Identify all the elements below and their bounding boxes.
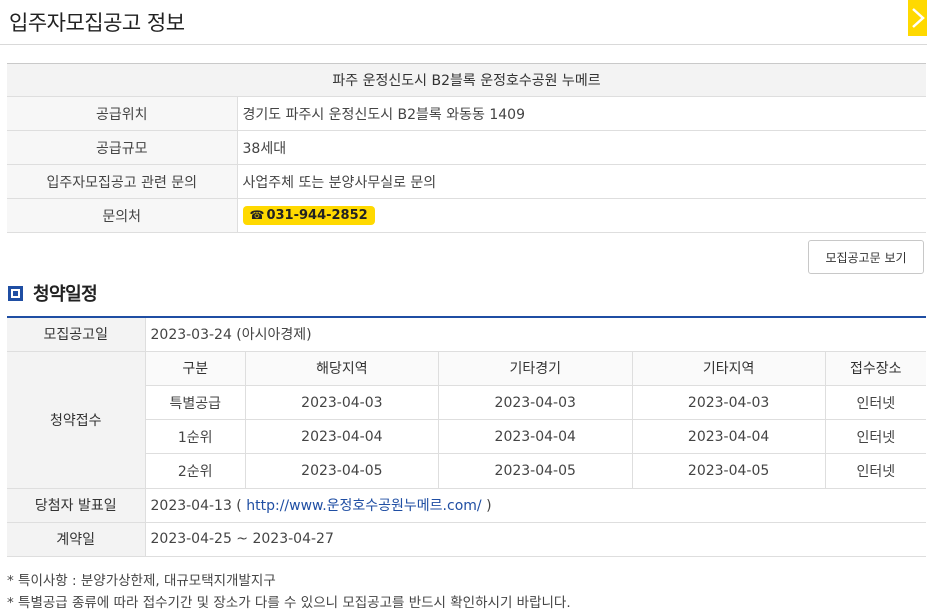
info-label: 문의처 — [7, 198, 238, 233]
schedule-row-winner: 당첨자 발표일 2023-04-13 ( http://www.운정호수공원누메… — [7, 488, 926, 523]
table-cell: 인터넷 — [856, 463, 896, 480]
schedule-row-apply: 청약접수 구분 해당지역 기타경기 기타지역 접수장소 특별공급 2023-04… — [7, 351, 927, 489]
table-row: 2순위 2023-04-05 2023-04-05 2023-04-05 인터넷 — [145, 453, 927, 488]
info-row-contact: 문의처 ☎ 031-944-2852 — [7, 198, 926, 233]
winner-suffix: ) — [481, 498, 492, 514]
table-cell: 2023-04-03 — [438, 385, 633, 420]
info-value: 38세대 — [237, 130, 926, 165]
table-cell: 인터넷 — [825, 385, 926, 420]
info-label: 공급위치 — [7, 96, 238, 131]
phone-number-badge[interactable]: ☎ 031-944-2852 — [242, 206, 375, 225]
page-header: 입주자모집공고 정보 — [0, 0, 927, 45]
close-button[interactable] — [908, 0, 927, 36]
info-value: 사업주체 또는 분양사무실로 문의 — [237, 164, 926, 199]
table-cell: 2023-04-03 — [245, 385, 439, 420]
table-cell: 특별공급 — [145, 385, 246, 420]
column-header: 구분 — [145, 351, 246, 386]
subscription-schedule-table: 모집공고일 2023-03-24 (아시아경제) 청약접수 구분 해당지역 기타… — [7, 316, 926, 557]
info-label: 공급규모 — [7, 130, 238, 165]
schedule-value: 2023-04-25 ~ 2023-04-27 — [145, 522, 926, 557]
supply-info-table: 파주 운정신도시 B2블록 운정호수공원 누메르 공급위치 경기도 파주시 운정… — [7, 63, 926, 233]
view-notice-button[interactable]: 모집공고문 보기 — [808, 240, 924, 274]
table-cell: 2023-04-05 — [632, 453, 826, 488]
table-cell: 2023-04-04 — [245, 419, 439, 454]
schedule-label: 계약일 — [7, 522, 146, 557]
footnote: * 특별공급 종류에 따라 접수기간 및 장소가 다를 수 있으니 모집공고를 … — [7, 595, 571, 611]
footnote: * 특이사항 : 분양가상한제, 대규모택지개발지구 — [7, 573, 276, 589]
schedule-label: 모집공고일 — [7, 317, 146, 352]
info-row-scale: 공급규모 38세대 — [7, 130, 926, 165]
table-row: 1순위 2023-04-04 2023-04-04 2023-04-04 인터넷 — [145, 419, 926, 454]
column-header: 접수장소 — [825, 351, 926, 386]
page-title: 입주자모집공고 정보 — [9, 11, 185, 35]
phone-icon: ☎ — [249, 208, 265, 222]
table-row: 특별공급 2023-04-03 2023-04-03 2023-04-03 인터… — [145, 385, 926, 420]
winner-date: 2023-04-13 ( — [150, 498, 242, 514]
schedule-row-announce: 모집공고일 2023-03-24 (아시아경제) — [7, 317, 926, 352]
schedule-label: 청약접수 — [7, 351, 146, 489]
column-header: 해당지역 — [245, 351, 439, 386]
table-cell: 2순위 — [145, 453, 246, 488]
table-cell: 2023-04-04 — [632, 419, 826, 454]
column-header: 기타경기 — [438, 351, 633, 386]
info-row-inquiry: 입주자모집공고 관련 문의 사업주체 또는 분양사무실로 문의 — [7, 164, 926, 199]
table-cell: 2023-04-05 — [438, 453, 633, 488]
schedule-row-contract: 계약일 2023-04-25 ~ 2023-04-27 — [7, 522, 926, 557]
complex-name: 파주 운정신도시 B2블록 운정호수공원 누메르 — [7, 63, 926, 97]
schedule-value: 2023-04-13 ( http://www.운정호수공원누메르.com/ ) — [145, 488, 926, 523]
application-dates-table: 구분 해당지역 기타경기 기타지역 접수장소 특별공급 2023-04-03 2… — [145, 351, 927, 488]
table-cell: 1순위 — [145, 419, 246, 454]
close-icon — [912, 8, 925, 28]
table-cell: 2023-04-03 — [632, 385, 826, 420]
schedule-label: 당첨자 발표일 — [7, 488, 146, 523]
winner-site-link[interactable]: http://www.운정호수공원누메르.com/ — [246, 498, 481, 514]
info-row-location: 공급위치 경기도 파주시 운정신도시 B2블록 와동동 1409 — [7, 96, 926, 131]
column-header: 기타지역 — [632, 351, 826, 386]
table-cell: 인터넷 — [825, 419, 926, 454]
section-heading: 청약일정 — [33, 284, 98, 305]
table-header-row: 구분 해당지역 기타경기 기타지역 접수장소 — [145, 351, 926, 386]
info-value: 경기도 파주시 운정신도시 B2블록 와동동 1409 — [237, 96, 926, 131]
table-cell: 2023-04-05 — [245, 453, 439, 488]
schedule-value: 2023-03-24 (아시아경제) — [145, 317, 926, 352]
footnotes: * 특이사항 : 분양가상한제, 대규모택지개발지구 * 특별공급 종류에 따라… — [7, 570, 571, 614]
info-label: 입주자모집공고 관련 문의 — [7, 164, 238, 199]
square-bullet-icon — [8, 285, 23, 301]
schedule-section-title: 청약일정 — [8, 282, 98, 305]
table-cell: 2023-04-04 — [438, 419, 633, 454]
phone-number: 031-944-2852 — [266, 208, 368, 223]
